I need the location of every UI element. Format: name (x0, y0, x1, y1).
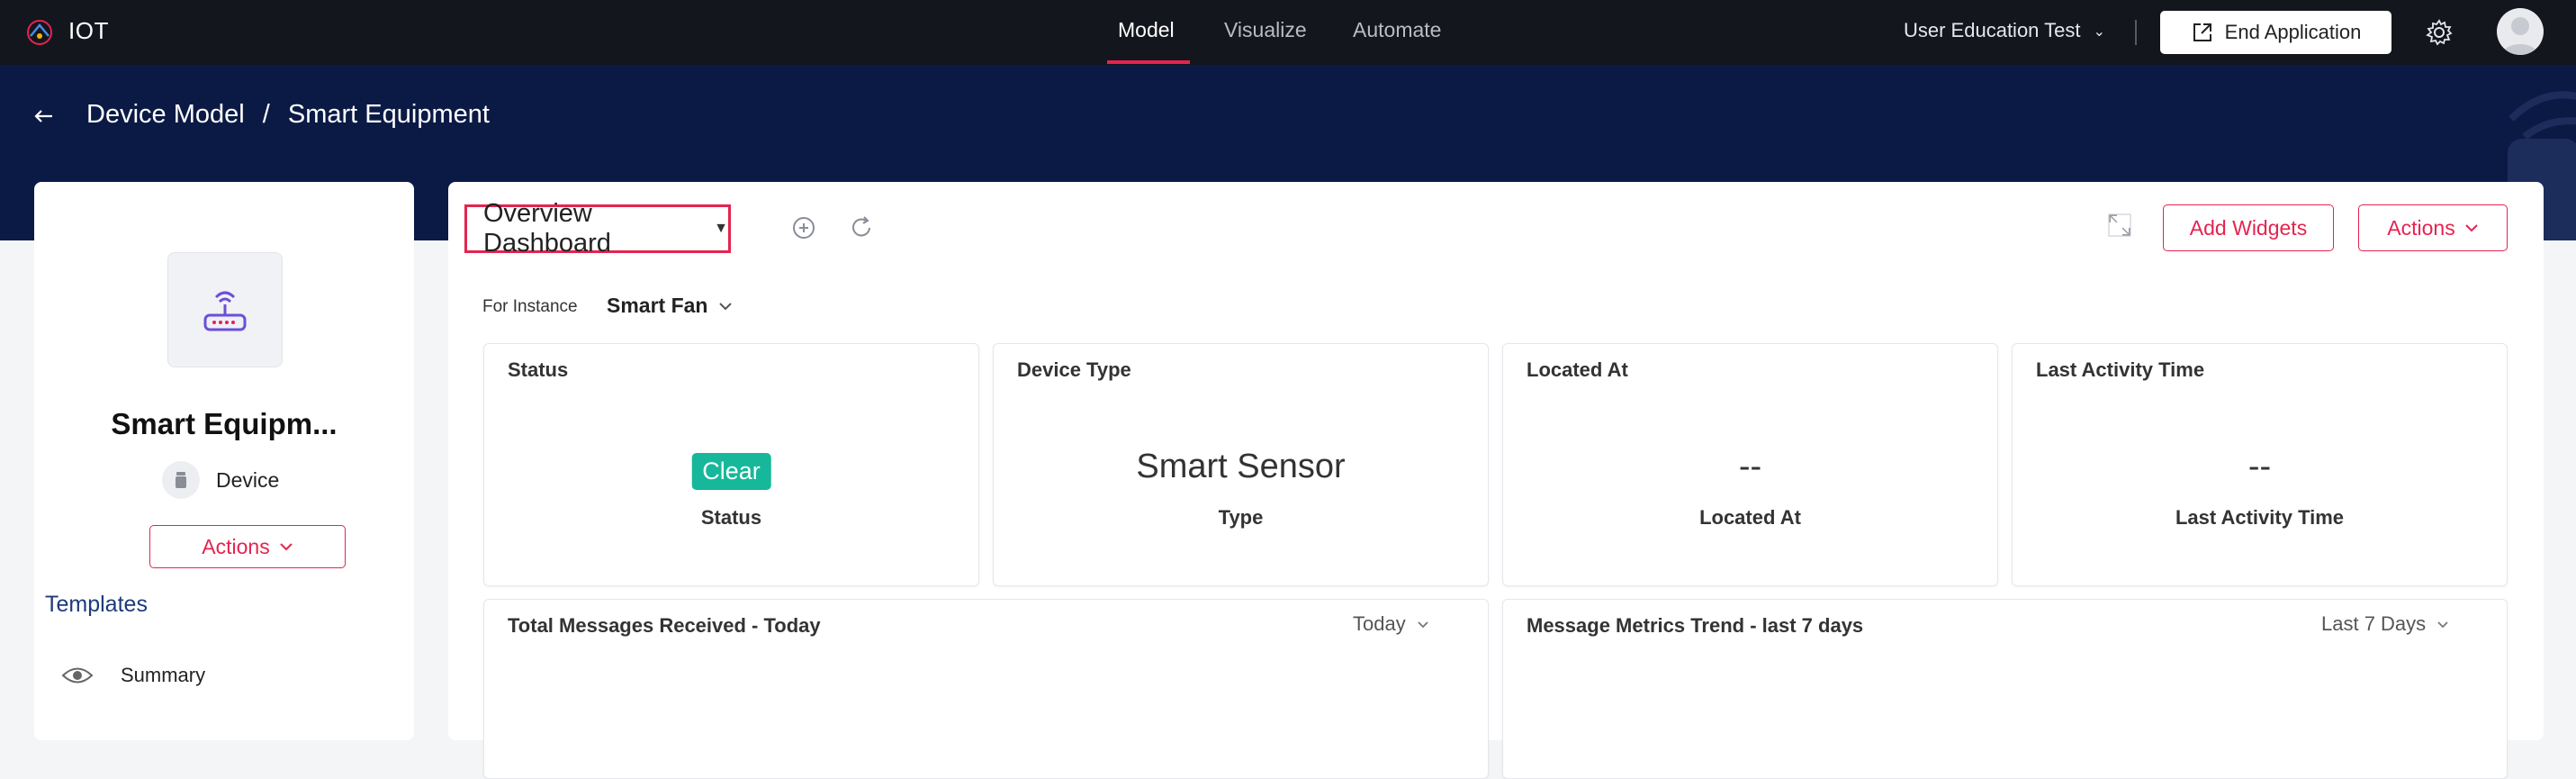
chevron-down-icon (1418, 620, 1428, 628)
card-title: Located At (1527, 358, 1628, 381)
tab-automate[interactable]: Automate (1353, 18, 1441, 42)
tab-visualize[interactable]: Visualize (1224, 18, 1307, 42)
card-title: Device Type (1017, 358, 1131, 381)
card-subtitle: Last Activity Time (2175, 506, 2345, 529)
period-value: Last 7 Days (2321, 612, 2427, 635)
dashboard-actions-button[interactable]: Actions (2358, 204, 2508, 251)
breadcrumb-separator: / (262, 100, 270, 129)
router-icon (203, 291, 247, 331)
device-icon-box (167, 252, 283, 367)
card-value: -- (1738, 448, 1762, 485)
templates-heading: Templates (45, 592, 148, 617)
widget-title: Total Messages Received - Today (508, 614, 821, 637)
device-name: Smart Equipm... (111, 407, 338, 440)
instance-label: For Instance (482, 297, 578, 316)
add-dashboard-icon[interactable] (790, 214, 817, 241)
widget-title: Message Metrics Trend - last 7 days (1527, 614, 1864, 637)
card-title: Status (508, 358, 569, 381)
chevron-down-icon: ⌄ (2093, 24, 2106, 41)
expand-icon[interactable] (2106, 212, 2133, 239)
chevron-down-icon (2465, 224, 2478, 232)
card-subtitle: Type (1218, 506, 1264, 529)
device-actions-button[interactable]: Actions (149, 525, 346, 568)
device-type: Device (162, 461, 279, 499)
back-arrow-icon[interactable] (31, 104, 56, 129)
chevron-down-icon (719, 302, 733, 310)
end-application-label: End Application (2224, 21, 2362, 43)
breadcrumb-current: Smart Equipment (287, 100, 490, 129)
top-bar: IOT Model Visualize Automate User Educat… (0, 0, 2576, 65)
avatar[interactable] (2497, 8, 2544, 55)
gear-icon[interactable] (2425, 18, 2454, 47)
period-select[interactable]: Today (1353, 612, 1429, 636)
end-application-button[interactable]: End Application (2160, 11, 2391, 54)
period-select[interactable]: Last 7 Days (2321, 612, 2449, 636)
add-widgets-button[interactable]: Add Widgets (2163, 204, 2334, 251)
org-selector[interactable]: User Education Test ⌄ (1904, 19, 2105, 42)
dashboard-select-value: Overview Dashboard (483, 199, 611, 258)
device-type-icon (162, 461, 200, 499)
device-summary-panel: Smart Equipm... Device Actions Templates… (34, 182, 414, 740)
app-name: IOT (68, 17, 109, 44)
eye-icon (61, 667, 94, 684)
breadcrumb: Device Model / Smart Equipment (86, 100, 490, 130)
status-badge: Clear (691, 453, 771, 490)
card-subtitle: Located At (1699, 506, 1801, 529)
caret-down-icon: ▼ (714, 221, 728, 236)
dashboard-select[interactable]: Overview Dashboard ▼ (464, 199, 731, 258)
message-trend-widget: Message Metrics Trend - last 7 days Last… (1502, 599, 2508, 779)
card-title: Last Activity Time (2036, 358, 2205, 381)
template-label: Summary (121, 664, 206, 686)
located-at-card: Located At -- Located At (1502, 343, 1998, 586)
dashboard-actions-label: Actions (2387, 215, 2455, 240)
dashboard-panel: Overview Dashboard ▼ Add Widgets Actions… (448, 182, 2544, 779)
last-activity-card: Last Activity Time -- Last Activity Time (2012, 343, 2508, 586)
external-link-icon (2193, 23, 2211, 41)
breadcrumb-parent[interactable]: Device Model (86, 100, 245, 129)
device-actions-label: Actions (202, 534, 270, 558)
org-label: User Education Test (1904, 19, 2081, 41)
iot-logo-icon[interactable] (22, 14, 58, 50)
device-type-label: Device (216, 467, 280, 492)
divider (2135, 20, 2137, 45)
card-value: -- (2247, 448, 2272, 485)
messages-today-widget: Total Messages Received - Today Today (483, 599, 1489, 779)
card-value: Smart Sensor (1136, 448, 1346, 485)
status-card: Status Clear Status (483, 343, 979, 586)
instance-select[interactable]: Smart Fan (607, 294, 733, 318)
refresh-icon[interactable] (848, 214, 875, 241)
chevron-down-icon (280, 543, 293, 551)
user-avatar-icon (2502, 17, 2538, 55)
tab-model[interactable]: Model (1118, 18, 1175, 42)
device-type-card: Device Type Smart Sensor Type (993, 343, 1489, 586)
template-item-summary[interactable]: Summary (61, 659, 205, 692)
instance-value: Smart Fan (607, 294, 708, 317)
period-value: Today (1353, 612, 1406, 635)
card-subtitle: Status (700, 506, 762, 529)
active-tab-indicator (1107, 60, 1190, 64)
chevron-down-icon (2437, 620, 2448, 628)
